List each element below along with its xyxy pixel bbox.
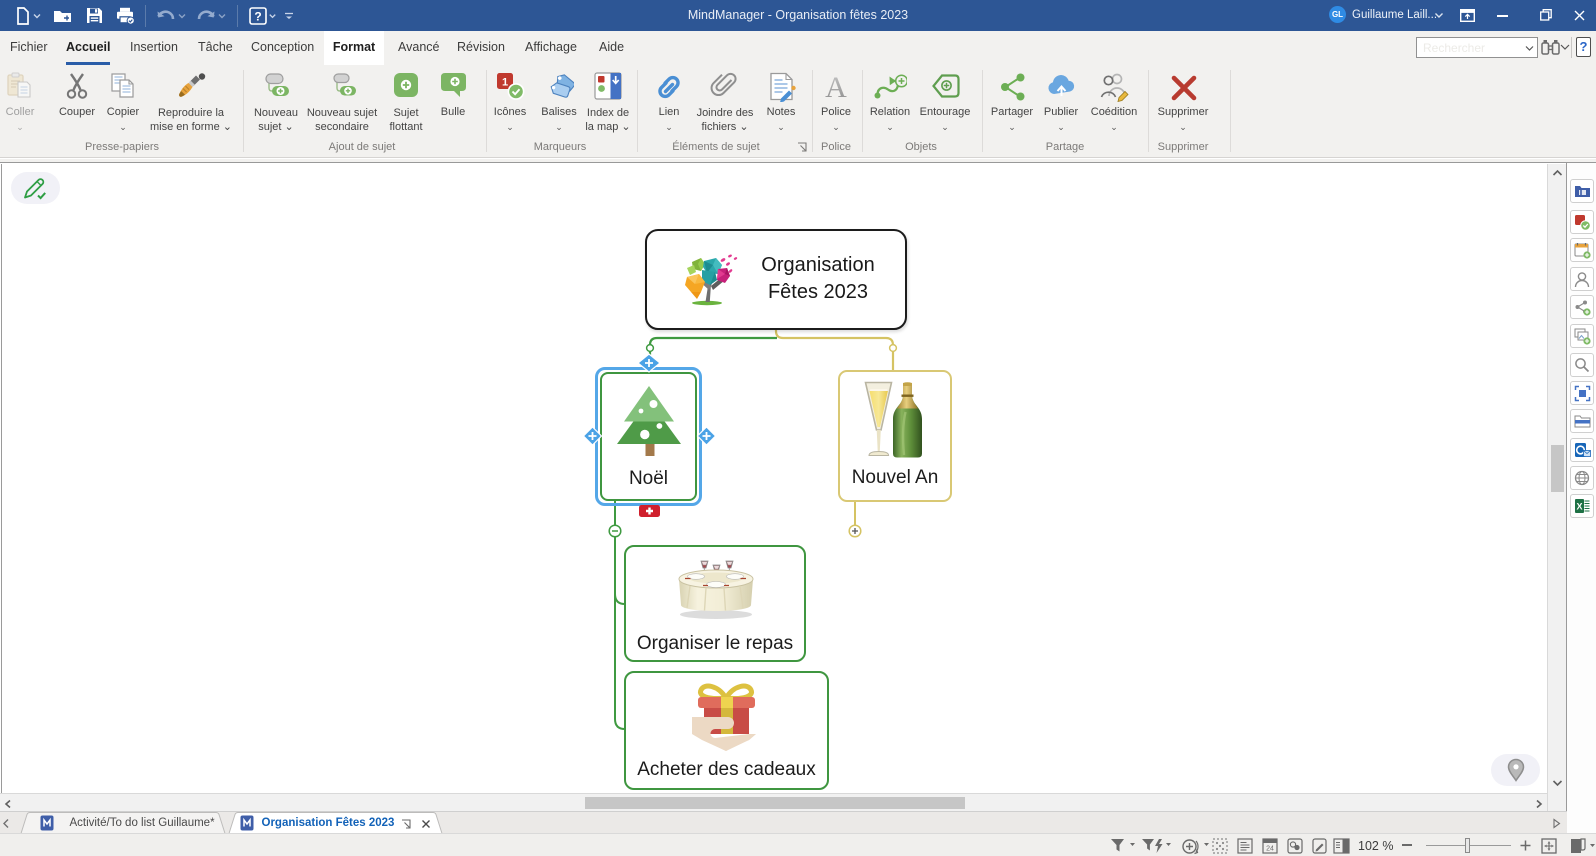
svg-text:A: A: [825, 71, 847, 102]
svg-text:24: 24: [1266, 846, 1274, 853]
svg-text:1: 1: [502, 77, 508, 89]
svg-text:?: ?: [254, 9, 261, 23]
svg-text:X: X: [1576, 502, 1582, 512]
